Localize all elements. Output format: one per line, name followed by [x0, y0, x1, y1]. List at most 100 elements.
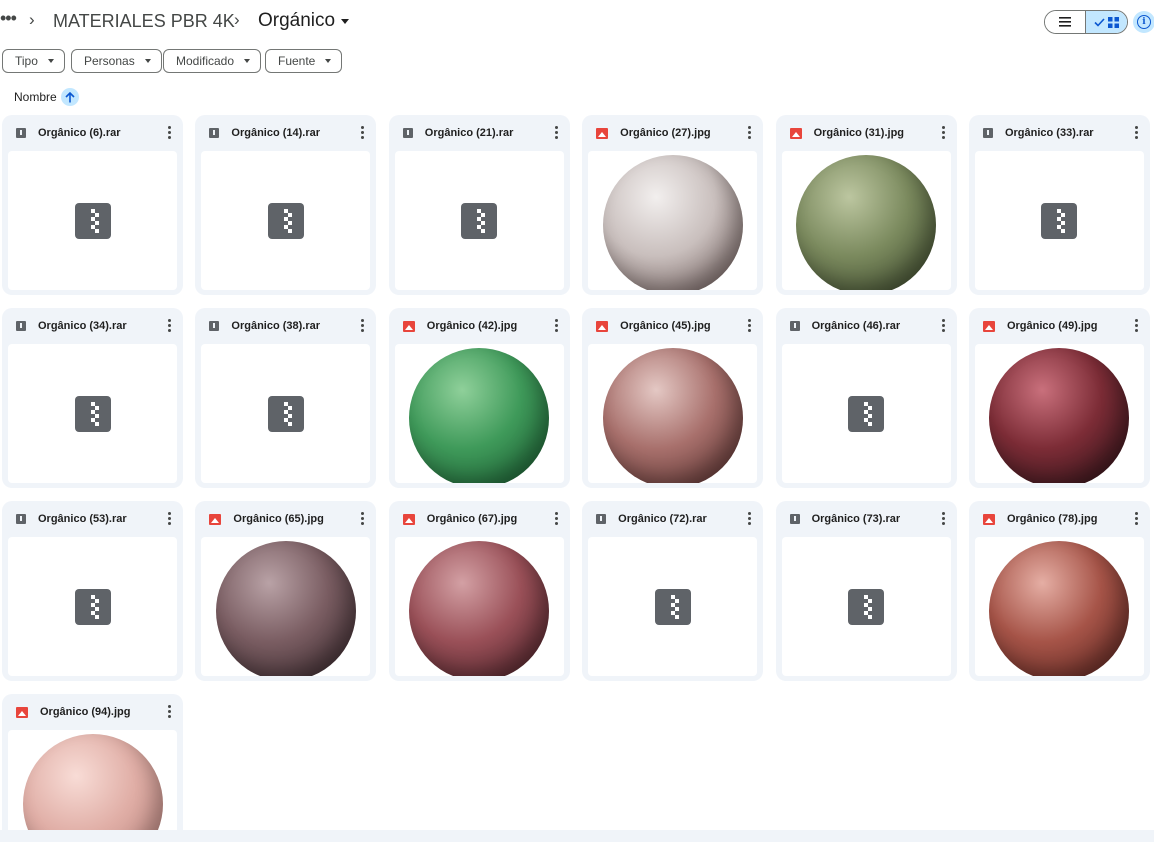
file-card[interactable]: Orgânico (72).rar	[582, 501, 764, 681]
list-icon	[1059, 17, 1071, 27]
breadcrumb-current-folder[interactable]: Orgánico	[258, 10, 350, 32]
more-actions-icon[interactable]	[748, 319, 752, 332]
file-card[interactable]: Orgânico (73).rar	[775, 501, 957, 681]
file-card[interactable]: Orgânico (34).rar	[2, 308, 183, 488]
file-thumbnail	[974, 537, 1144, 676]
file-card[interactable]: Orgânico (94).jpg	[2, 694, 183, 842]
file-card[interactable]: Orgânico (67).jpg	[388, 501, 570, 681]
file-name: Orgânico (53).rar	[38, 513, 127, 525]
material-preview-image	[215, 540, 356, 676]
more-actions-icon[interactable]	[361, 126, 365, 139]
more-actions-icon[interactable]	[941, 126, 945, 139]
file-card[interactable]: Orgânico (27).jpg	[582, 115, 764, 295]
filter-chip-personas[interactable]: Personas	[71, 49, 162, 73]
file-thumbnail	[8, 151, 177, 290]
sort-control[interactable]: Nombre	[14, 88, 79, 106]
file-thumbnail	[394, 537, 564, 676]
more-actions-icon[interactable]	[1134, 126, 1138, 139]
file-name: Orgânico (73).rar	[811, 513, 901, 525]
file-name: Orgânico (72).rar	[618, 513, 707, 525]
file-card[interactable]: Orgânico (6).rar	[2, 115, 183, 295]
file-thumbnail	[394, 151, 564, 290]
file-card-header: Orgânico (14).rar	[195, 115, 376, 151]
more-actions-icon[interactable]	[554, 319, 558, 332]
list-view-button[interactable]	[1045, 11, 1087, 33]
file-grid: Orgânico (6).rar Orgânico (14).rar Orgânic…	[2, 115, 1154, 842]
more-actions-icon[interactable]	[941, 512, 945, 525]
zip-file-icon	[848, 588, 885, 625]
filter-chip-fuente[interactable]: Fuente	[265, 49, 343, 73]
file-card-header: Orgânico (42).jpg	[389, 308, 570, 344]
archive-icon	[16, 128, 26, 138]
sort-direction-button[interactable]	[60, 88, 79, 106]
dropdown-caret-icon	[144, 59, 151, 63]
current-folder-label: Orgánico	[258, 10, 336, 31]
more-actions-icon[interactable]	[168, 319, 171, 332]
more-actions-icon[interactable]	[361, 512, 365, 525]
file-card[interactable]: Orgânico (38).rar	[195, 308, 377, 488]
file-card[interactable]: Orgânico (45).jpg	[582, 308, 764, 488]
image-icon	[16, 706, 28, 718]
filter-chip-tipo[interactable]: Tipo	[2, 49, 65, 73]
file-thumbnail	[8, 344, 177, 483]
file-card[interactable]: Orgânico (78).jpg	[968, 501, 1150, 681]
more-actions-icon[interactable]	[168, 705, 171, 718]
file-name: Orgânico (94).jpg	[40, 706, 131, 718]
file-card[interactable]: Orgânico (33).rar	[968, 115, 1150, 295]
file-card-header: Orgânico (72).rar	[582, 501, 763, 537]
grid-view-button[interactable]	[1086, 11, 1127, 33]
file-card[interactable]: Orgânico (53).rar	[2, 501, 183, 681]
more-actions-icon[interactable]	[168, 126, 171, 139]
file-card[interactable]: Orgânico (46).rar	[775, 308, 957, 488]
material-preview-image	[989, 347, 1130, 483]
file-card[interactable]: Orgânico (14).rar	[195, 115, 377, 295]
file-name: Orgânico (46).rar	[811, 320, 901, 332]
sort-label: Nombre	[14, 90, 57, 104]
more-actions-icon[interactable]	[1134, 319, 1138, 332]
image-icon	[209, 513, 222, 525]
filter-chip-label: Fuente	[278, 54, 316, 68]
archive-icon	[982, 128, 993, 138]
file-thumbnail	[781, 537, 951, 676]
file-card-header: Orgânico (45).jpg	[582, 308, 763, 344]
file-name: Orgânico (21).rar	[424, 127, 514, 139]
more-actions-icon[interactable]	[748, 126, 752, 139]
file-card[interactable]: Orgânico (21).rar	[388, 115, 570, 295]
material-preview-image	[409, 347, 550, 483]
file-card-header: Orgânico (21).rar	[389, 115, 570, 151]
file-card-header: Orgânico (53).rar	[2, 501, 183, 537]
arrow-up-icon	[65, 91, 75, 102]
more-actions-icon[interactable]	[941, 319, 945, 332]
chevron-right-icon: ›	[234, 10, 240, 29]
more-actions-icon[interactable]	[361, 319, 365, 332]
file-card[interactable]: Orgânico (65).jpg	[195, 501, 377, 681]
file-card[interactable]: Orgânico (42).jpg	[388, 308, 570, 488]
breadcrumb-parent[interactable]: MATERIALES PBR 4K	[53, 11, 235, 32]
more-actions-icon[interactable]	[168, 512, 171, 525]
dropdown-caret-icon	[47, 59, 54, 63]
image-icon	[402, 513, 415, 525]
file-card-header: Orgânico (78).jpg	[969, 501, 1150, 537]
file-thumbnail	[781, 151, 951, 290]
image-icon	[982, 320, 995, 332]
filter-chip-label: Modificado	[176, 54, 235, 68]
zip-file-icon	[267, 202, 304, 239]
more-actions-icon[interactable]	[554, 512, 558, 525]
file-name: Orgânico (31).jpg	[813, 127, 905, 139]
file-card[interactable]: Orgânico (31).jpg	[775, 115, 957, 295]
archive-icon	[209, 128, 220, 138]
more-actions-icon[interactable]	[1134, 512, 1138, 525]
more-actions-icon[interactable]	[748, 512, 752, 525]
file-card[interactable]: Orgânico (49).jpg	[968, 308, 1150, 488]
info-button[interactable]: i	[1133, 11, 1154, 33]
zip-file-icon	[74, 395, 111, 432]
file-name: Orgânico (42).jpg	[426, 320, 518, 332]
filter-chip-modificado[interactable]: Modificado	[163, 49, 262, 73]
file-thumbnail	[781, 344, 951, 483]
file-thumbnail	[588, 344, 758, 483]
breadcrumb-overflow-button[interactable]: •••	[0, 8, 17, 29]
dropdown-caret-icon	[341, 18, 350, 24]
zip-file-icon	[1041, 202, 1078, 239]
more-actions-icon[interactable]	[554, 126, 558, 139]
zip-file-icon	[74, 202, 111, 239]
